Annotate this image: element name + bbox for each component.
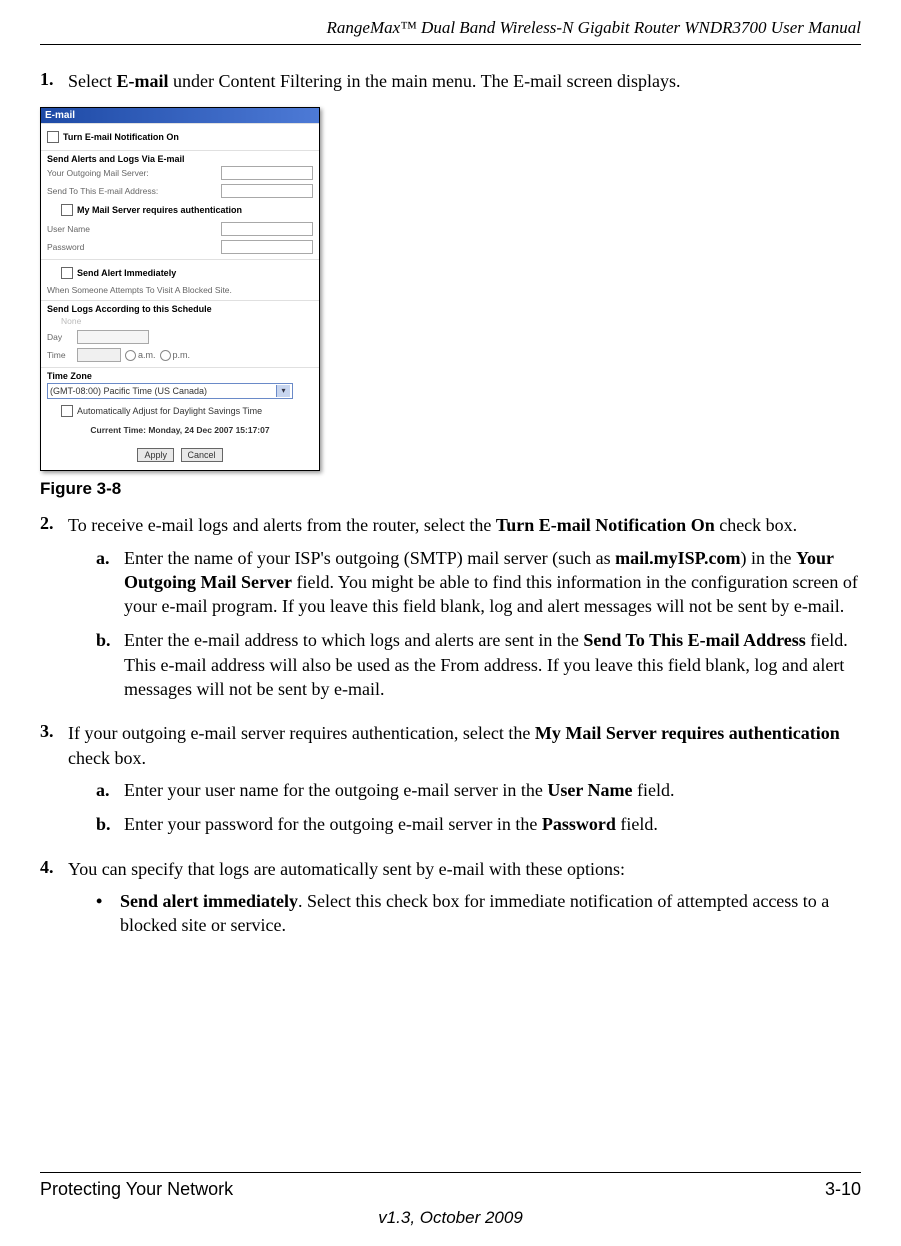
schedule-time-label: Time [47, 350, 77, 360]
step-4: 4. You can specify that logs are automat… [40, 857, 861, 948]
bold: Turn E-mail Notification On [496, 515, 715, 535]
step-3b-num: b. [96, 812, 120, 836]
schedule-section-header: Send Logs According to this Schedule [47, 304, 313, 314]
email-screenshot: E-mail Turn E-mail Notification On Send … [40, 107, 320, 471]
bold: mail.myISP.com [615, 548, 740, 568]
username-label: User Name [47, 224, 217, 234]
dst-label: Automatically Adjust for Daylight Saving… [77, 406, 262, 416]
notification-label: Turn E-mail Notification On [63, 132, 179, 142]
text: under Content Filtering in the main menu… [168, 71, 680, 91]
text: Enter the name of your ISP's outgoing (S… [124, 548, 615, 568]
sendto-input[interactable] [221, 184, 313, 198]
step-4-num: 4. [40, 857, 64, 948]
step-3a-text: Enter your user name for the outgoing e-… [124, 778, 861, 802]
timezone-section-header: Time Zone [47, 371, 313, 381]
outgoing-server-label: Your Outgoing Mail Server: [47, 168, 217, 178]
text: If your outgoing e-mail server requires … [68, 723, 535, 743]
text: field. [633, 780, 675, 800]
text: check box. [68, 748, 146, 768]
text: To receive e-mail logs and alerts from t… [68, 515, 496, 535]
footer-section: Protecting Your Network [40, 1179, 233, 1200]
password-input[interactable] [221, 240, 313, 254]
footer-version: v1.3, October 2009 [40, 1208, 861, 1228]
step-2a-text: Enter the name of your ISP's outgoing (S… [124, 546, 861, 619]
text: Enter your user name for the outgoing e-… [124, 780, 547, 800]
outgoing-server-input[interactable] [221, 166, 313, 180]
am-label: a.m. [138, 350, 156, 360]
step-1: 1. Select E-mail under Content Filtering… [40, 69, 861, 93]
auth-label: My Mail Server requires authentication [77, 205, 242, 215]
alerts-section-header: Send Alerts and Logs Via E-mail [47, 154, 313, 164]
bold: My Mail Server requires authentication [535, 723, 840, 743]
auth-checkbox[interactable] [61, 204, 73, 216]
timezone-select[interactable]: (GMT-08:00) Pacific Time (US Canada) ▾ [47, 383, 293, 399]
step-2b-num: b. [96, 628, 120, 701]
step-3b-text: Enter your password for the outgoing e-m… [124, 812, 861, 836]
cancel-button[interactable]: Cancel [181, 448, 223, 462]
pm-label: p.m. [173, 350, 191, 360]
username-input[interactable] [221, 222, 313, 236]
bold: Send To This E-mail Address [583, 630, 805, 650]
page-footer: Protecting Your Network 3-10 v1.3, Octob… [40, 1172, 861, 1228]
chevron-down-icon: ▾ [276, 385, 290, 397]
text: Enter the e-mail address to which logs a… [124, 630, 583, 650]
step-3-num: 3. [40, 721, 64, 846]
step-2b-text: Enter the e-mail address to which logs a… [124, 628, 861, 701]
current-time: Current Time: Monday, 24 Dec 2007 15:17:… [47, 421, 313, 439]
bullet-text: Send alert immediately. Select this chec… [120, 889, 861, 938]
password-label: Password [47, 242, 217, 252]
schedule-day-label: Day [47, 332, 77, 342]
text: Select [68, 71, 116, 91]
immediate-label: Send Alert Immediately [77, 268, 176, 278]
bold: Password [542, 814, 616, 834]
step-2-text: To receive e-mail logs and alerts from t… [68, 515, 797, 535]
step-2-num: 2. [40, 513, 64, 711]
notification-checkbox[interactable] [47, 131, 59, 143]
bullet-mark: • [96, 889, 120, 938]
dst-checkbox[interactable] [61, 405, 73, 417]
step-2b: b. Enter the e-mail address to which log… [96, 628, 861, 701]
figure-caption: Figure 3-8 [40, 479, 861, 499]
step-4-bullet: • Send alert immediately. Select this ch… [96, 889, 861, 938]
text: ) in the [741, 548, 797, 568]
text: field. [616, 814, 658, 834]
step-1-text: Select E-mail under Content Filtering in… [68, 69, 861, 93]
apply-button[interactable]: Apply [137, 448, 174, 462]
step-2: 2. To receive e-mail logs and alerts fro… [40, 513, 861, 711]
sendto-label: Send To This E-mail Address: [47, 186, 217, 196]
am-radio[interactable] [125, 350, 136, 361]
schedule-time-input[interactable] [77, 348, 121, 362]
step-2a: a. Enter the name of your ISP's outgoing… [96, 546, 861, 619]
pm-radio[interactable] [160, 350, 171, 361]
step-3a-num: a. [96, 778, 120, 802]
step-2a-num: a. [96, 546, 120, 619]
schedule-day-select[interactable] [77, 330, 149, 344]
step-3-text: If your outgoing e-mail server requires … [68, 723, 840, 767]
doc-header: RangeMax™ Dual Band Wireless-N Gigabit R… [40, 18, 861, 45]
text: Enter your password for the outgoing e-m… [124, 814, 542, 834]
immediate-text: When Someone Attempts To Visit A Blocked… [47, 285, 313, 295]
bold: Send alert immediately [120, 891, 298, 911]
bold: E-mail [116, 71, 168, 91]
window-title: E-mail [41, 108, 319, 123]
footer-page-num: 3-10 [825, 1179, 861, 1200]
step-1-num: 1. [40, 69, 64, 93]
step-4-text: You can specify that logs are automatica… [68, 859, 625, 879]
schedule-none-label: None [61, 316, 313, 326]
step-3a: a. Enter your user name for the outgoing… [96, 778, 861, 802]
step-3: 3. If your outgoing e-mail server requir… [40, 721, 861, 846]
text: check box. [715, 515, 797, 535]
bold: User Name [547, 780, 632, 800]
step-3b: b. Enter your password for the outgoing … [96, 812, 861, 836]
timezone-value: (GMT-08:00) Pacific Time (US Canada) [50, 386, 207, 396]
immediate-checkbox[interactable] [61, 267, 73, 279]
